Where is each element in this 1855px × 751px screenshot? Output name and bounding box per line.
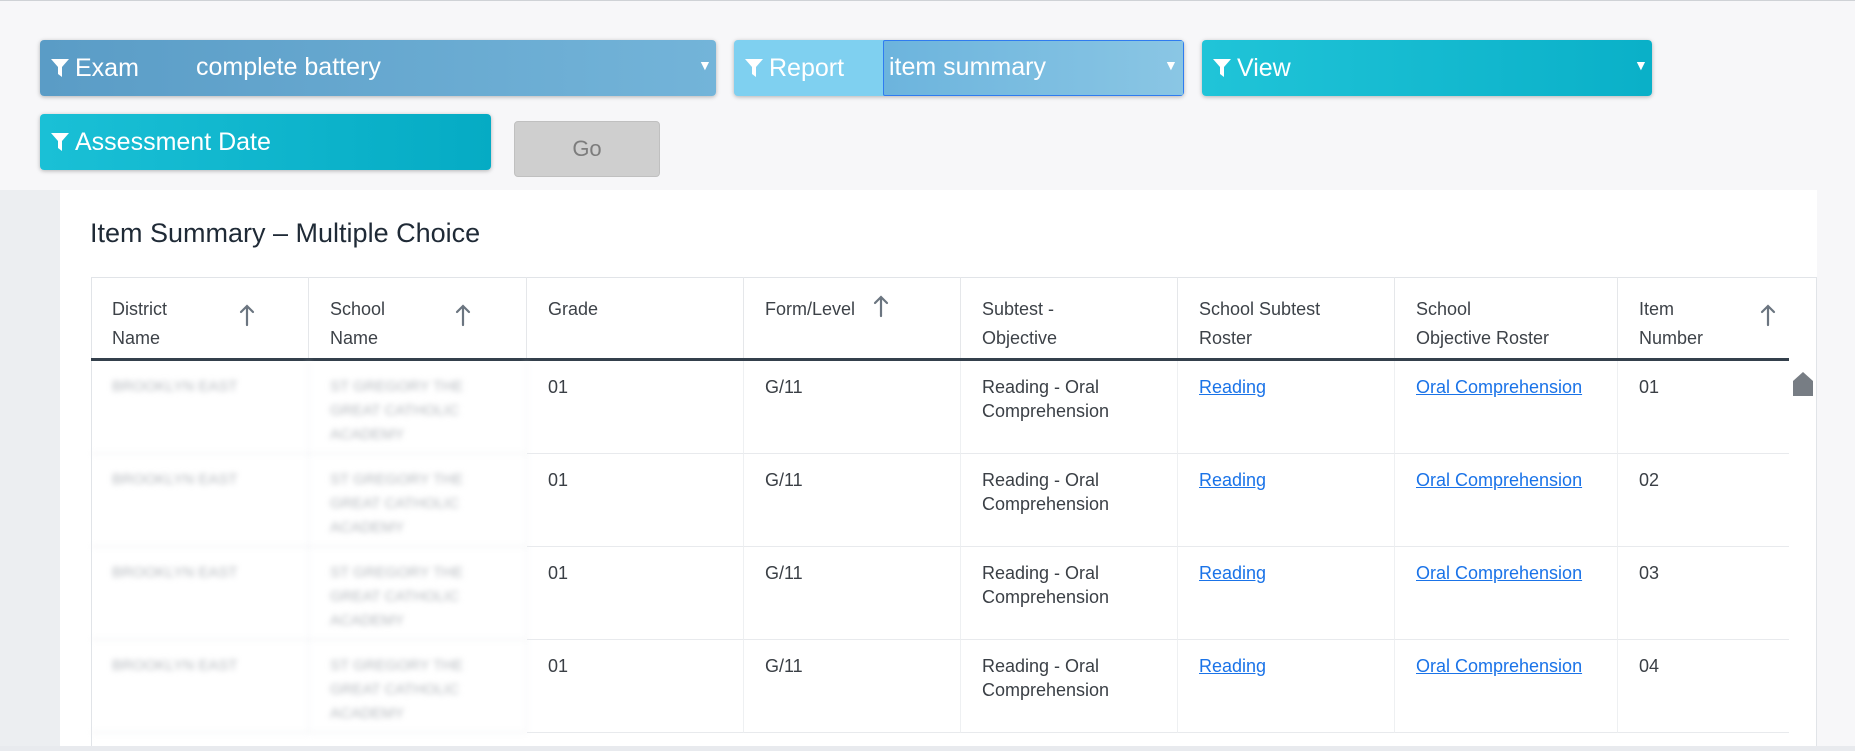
subtest-objective-line: Reading - Oral [982, 656, 1100, 676]
form-level-cell: G/11 [744, 640, 961, 733]
subtest-roster-link[interactable]: Reading [1199, 377, 1266, 397]
district-name-cell: BROOKLYN EAST [91, 547, 309, 640]
subtest-objective-line: Reading - Oral [982, 470, 1100, 490]
subtest-roster-link[interactable]: Reading [1199, 656, 1266, 676]
form-level-cell: G/11 [744, 547, 961, 640]
top-divider [0, 0, 1855, 1]
grade-cell: 01 [527, 361, 744, 454]
column-header-label: Form/Level [765, 299, 856, 319]
subtest-objective-cell: Reading - Oral Comprehension [961, 454, 1178, 547]
grade-cell: 01 [527, 454, 744, 547]
form-level-cell: G/11 [744, 454, 961, 547]
report-filter-value: item summary [889, 53, 1046, 81]
column-header-label: Objective Roster [1416, 328, 1550, 348]
report-filter-select[interactable]: Report item summary ▼ [734, 40, 1184, 96]
objective-roster-cell: Oral Comprehension [1395, 640, 1618, 733]
column-header-school-subtest-roster[interactable]: School Subtest Roster [1178, 277, 1395, 359]
objective-roster-link[interactable]: Oral Comprehension [1416, 377, 1582, 397]
column-header-school-name[interactable]: School Name [309, 277, 527, 359]
school-name-cell: ST GREGORY THE GREAT CATHOLIC ACADEMY [309, 361, 527, 454]
grade-cell: 01 [527, 640, 744, 733]
item-number-cell: 01 [1618, 361, 1789, 454]
exam-filter-value: complete battery [196, 53, 381, 81]
item-number-cell: 02 [1618, 454, 1789, 547]
subtest-objective-line: Comprehension [982, 494, 1110, 514]
column-header-label: School [1416, 299, 1472, 319]
column-header-label: Roster [1199, 328, 1253, 348]
subtest-objective-cell: Reading - Oral Comprehension [961, 547, 1178, 640]
district-name-cell: BROOKLYN EAST [91, 361, 309, 454]
view-filter-label: View [1237, 54, 1291, 82]
column-header-label: Subtest - [982, 299, 1055, 319]
column-header-label: Number [1639, 328, 1704, 348]
subtest-objective-cell: Reading - Oral Comprehension [961, 640, 1178, 733]
chevron-down-icon: ▼ [1634, 57, 1648, 73]
sort-arrow-up-icon[interactable] [239, 303, 255, 327]
assessment-date-label: Assessment Date [75, 128, 271, 156]
subtest-roster-link[interactable]: Reading [1199, 470, 1266, 490]
subtest-objective-line: Comprehension [982, 680, 1110, 700]
column-header-district-name[interactable]: District Name [91, 277, 309, 359]
subtest-objective-line: Reading - Oral [982, 563, 1100, 583]
column-header-subtest-objective[interactable]: Subtest - Objective [961, 277, 1178, 359]
column-header-label: Name [112, 328, 161, 348]
column-header-label: Name [330, 328, 379, 348]
sort-arrow-up-icon[interactable] [1760, 303, 1776, 327]
column-header-school-objective-roster[interactable]: School Objective Roster [1395, 277, 1618, 359]
school-name-cell: ST GREGORY THE GREAT CATHOLIC ACADEMY [309, 454, 527, 547]
district-name-cell: BROOKLYN EAST [91, 454, 309, 547]
objective-roster-link[interactable]: Oral Comprehension [1416, 563, 1582, 583]
go-button[interactable]: Go [514, 121, 660, 177]
chevron-down-icon: ▼ [1164, 57, 1178, 73]
district-name-cell: BROOKLYN EAST [91, 640, 309, 733]
scroll-thumb-icon[interactable] [1791, 368, 1815, 398]
school-name-cell: ST GREGORY THE GREAT CATHOLIC ACADEMY [309, 640, 527, 733]
column-header-label: District [112, 299, 167, 319]
column-header-item-number[interactable]: Item Number [1618, 277, 1789, 359]
subtest-objective-cell: Reading - Oral Comprehension [961, 361, 1178, 454]
filter-icon [1213, 59, 1231, 77]
grade-cell: 01 [527, 547, 744, 640]
subtest-roster-cell: Reading [1178, 640, 1395, 733]
school-name-cell: ST GREGORY THE GREAT CATHOLIC ACADEMY [309, 547, 527, 640]
assessment-date-filter[interactable]: Assessment Date [40, 114, 491, 170]
sort-arrow-up-icon[interactable] [455, 303, 471, 327]
report-filter-label: Report [769, 54, 845, 82]
bottom-divider [0, 746, 1855, 751]
column-header-label: Objective [982, 328, 1058, 348]
column-header-label: Grade [548, 299, 599, 319]
filter-icon [51, 133, 69, 151]
report-filter-dropdown[interactable]: item summary ▼ [883, 40, 1184, 96]
form-level-cell: G/11 [744, 361, 961, 454]
subtest-roster-cell: Reading [1178, 454, 1395, 547]
subtest-objective-line: Comprehension [982, 587, 1110, 607]
left-gutter [0, 190, 60, 751]
sort-arrow-up-icon[interactable] [873, 294, 889, 318]
objective-roster-link[interactable]: Oral Comprehension [1416, 470, 1582, 490]
column-header-grade[interactable]: Grade [527, 277, 744, 359]
column-header-label: School Subtest [1199, 299, 1321, 319]
subtest-roster-link[interactable]: Reading [1199, 563, 1266, 583]
chevron-down-icon: ▼ [698, 57, 712, 73]
objective-roster-cell: Oral Comprehension [1395, 361, 1618, 454]
exam-filter-label: Exam [75, 54, 139, 82]
subtest-roster-cell: Reading [1178, 547, 1395, 640]
objective-roster-cell: Oral Comprehension [1395, 454, 1618, 547]
filter-icon [745, 59, 763, 77]
item-number-cell: 03 [1618, 547, 1789, 640]
subtest-objective-line: Comprehension [982, 401, 1110, 421]
subtest-roster-cell: Reading [1178, 361, 1395, 454]
item-number-cell: 04 [1618, 640, 1789, 733]
view-filter-select[interactable]: View ▼ [1202, 40, 1652, 96]
subtest-objective-line: Reading - Oral [982, 377, 1100, 397]
objective-roster-link[interactable]: Oral Comprehension [1416, 656, 1582, 676]
page-title: Item Summary – Multiple Choice [90, 218, 481, 248]
filter-icon [51, 59, 69, 77]
column-header-label: School [330, 299, 386, 319]
column-header-form-level[interactable]: Form/Level [744, 277, 961, 359]
exam-filter-select[interactable]: Exam complete battery ▼ [40, 40, 716, 96]
objective-roster-cell: Oral Comprehension [1395, 547, 1618, 640]
